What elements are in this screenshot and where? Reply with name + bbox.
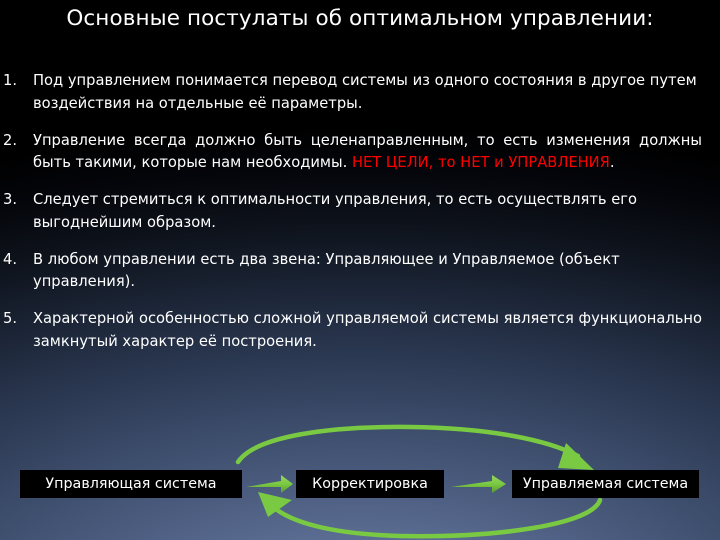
diagram-node-managed[interactable]: Управляемая система: [512, 470, 699, 498]
diagram-node-label: Управляемая система: [522, 476, 689, 492]
slide: Основные постулаты об оптимальном управл…: [0, 0, 720, 540]
diagram-node-control[interactable]: Управляющая система: [20, 470, 242, 498]
arrow-correction-to-managed: [451, 475, 506, 493]
arrow-control-to-correction: [246, 475, 293, 493]
diagram-node-correction[interactable]: Корректировка: [296, 470, 444, 498]
diagram-node-label: Корректировка: [312, 476, 428, 492]
arrow-managed-to-control-feedback: [258, 492, 603, 539]
arrow-control-to-managed-feedforward: [235, 424, 594, 470]
diagram-connectors: [235, 424, 603, 539]
diagram-node-label: Управляющая система: [45, 476, 217, 492]
